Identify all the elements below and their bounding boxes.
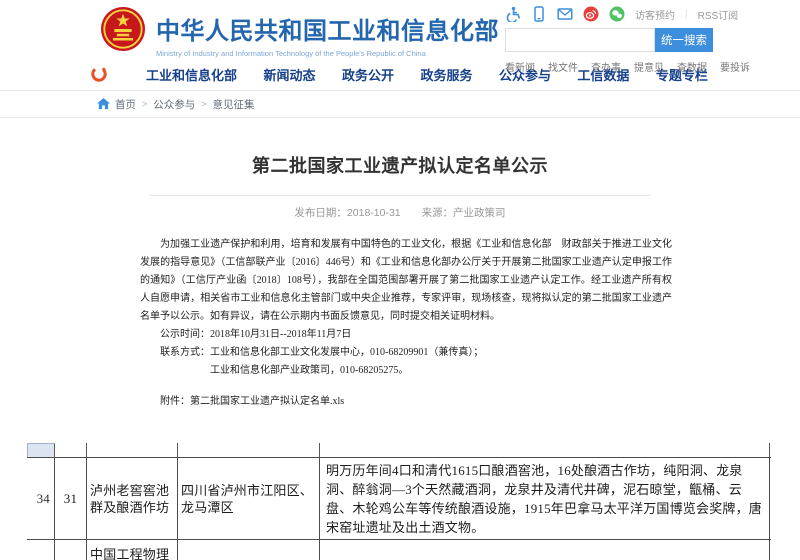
serial-cell: 31 (55, 458, 87, 539)
publicity-period-line: 公示时间：2018年10月31日--2018年11月7日 (140, 326, 672, 344)
quick-link-services[interactable]: 查办事 (591, 59, 621, 74)
quick-link-complaints[interactable]: 要投诉 (720, 59, 750, 74)
quick-link-data[interactable]: 查数据 (677, 59, 707, 74)
breadcrumb: 首页 > 公众参与 > 意见征集 (0, 91, 800, 118)
divider: | (685, 9, 688, 20)
nav-item-gov-services[interactable]: 政务服务 (420, 65, 472, 84)
nav-item-news[interactable]: 新闻动态 (263, 65, 315, 84)
home-swirl-icon[interactable] (90, 65, 108, 83)
attachment-link[interactable]: 附件：第二批国家工业遗产拟认定名单.xls (140, 393, 672, 411)
ministry-title-en: Ministry of Industry and Information Tec… (156, 49, 499, 58)
contact-line-2: 工业和信息化部产业政策司，010-68205275。 (140, 362, 672, 380)
table-row-stub (27, 443, 771, 457)
breadcrumb-public-participation[interactable]: 公众参与 (153, 97, 195, 112)
heritage-name-cell: 泸州老窖窖池群及酿酒作坊 (87, 458, 178, 539)
table-row-partial: 中国工程物理 (27, 540, 771, 560)
mobile-icon[interactable] (531, 6, 547, 22)
house-icon (97, 98, 110, 110)
page-title: 第二批国家工业遗产拟认定名单公示 (0, 152, 800, 178)
national-emblem-logo (100, 6, 146, 52)
nav-item-gov-disclosure[interactable]: 政务公开 (342, 65, 394, 84)
publish-date: 发布日期：2018-10-31 (294, 207, 400, 219)
mail-icon[interactable] (557, 6, 573, 22)
heritage-name-cell: 中国工程物理 (87, 540, 178, 560)
accessibility-icon[interactable] (505, 6, 521, 22)
ministry-title: 中华人民共和国工业和信息化部 (156, 11, 499, 46)
wechat-icon[interactable] (609, 6, 625, 22)
row-index-cell: 34 (27, 458, 55, 539)
quick-links: 看新闻 找文件 查办事 提意见 查数据 要投诉 (505, 59, 720, 74)
table-row: 34 31 泸州老窖窖池群及酿酒作坊 四川省泸州市江阳区、龙马潭区 明万历年间4… (27, 457, 771, 540)
article-meta: 发布日期：2018-10-31 来源：产业政策司 (0, 205, 800, 220)
location-cell: 四川省泸州市江阳区、龙马潭区 (178, 458, 320, 539)
description-cell: 明万历年间4口和清代1615口酿酒窖池，16处酿酒古作坊，纯阳洞、龙泉洞、醉翁洞… (320, 458, 770, 539)
breadcrumb-separator: > (201, 99, 206, 109)
quick-link-suggestions[interactable]: 提意见 (634, 59, 664, 74)
utility-bar: 访客预约 | RSS订阅 (505, 5, 720, 23)
contact-line-1: 联系方式：工业和信息化部工业文化发展中心，010-68209901（兼传真）； (140, 344, 672, 362)
site-header: 中华人民共和国工业和信息化部 Ministry of Industry and … (0, 0, 800, 58)
title-divider (150, 195, 650, 196)
nav-item-miit[interactable]: 工业和信息化部 (146, 65, 237, 84)
row-index-header-cell (27, 443, 55, 457)
paragraph-main: 为加强工业遗产保护和利用，培育和发展有中国特色的工业文化，根据《工业和信息化部 … (140, 236, 672, 326)
visitor-reservation-link[interactable]: 访客预约 (635, 7, 675, 22)
search-button[interactable]: 统一搜索 (655, 28, 713, 52)
heritage-list-table: 34 31 泸州老窖窖池群及酿酒作坊 四川省泸州市江阳区、龙马潭区 明万历年间4… (27, 443, 771, 560)
breadcrumb-home[interactable]: 首页 (115, 97, 136, 112)
breadcrumb-separator: > (142, 99, 147, 109)
article-source: 来源：产业政策司 (422, 207, 506, 219)
breadcrumb-opinion-solicitation[interactable]: 意见征集 (213, 97, 255, 112)
article-body: 为加强工业遗产保护和利用，培育和发展有中国特色的工业文化，根据《工业和信息化部 … (140, 236, 672, 411)
quick-link-files[interactable]: 找文件 (548, 59, 578, 74)
rss-link[interactable]: RSS订阅 (698, 7, 739, 22)
quick-link-news[interactable]: 看新闻 (505, 59, 535, 74)
weibo-icon[interactable] (583, 6, 599, 22)
search-input[interactable] (505, 28, 655, 52)
